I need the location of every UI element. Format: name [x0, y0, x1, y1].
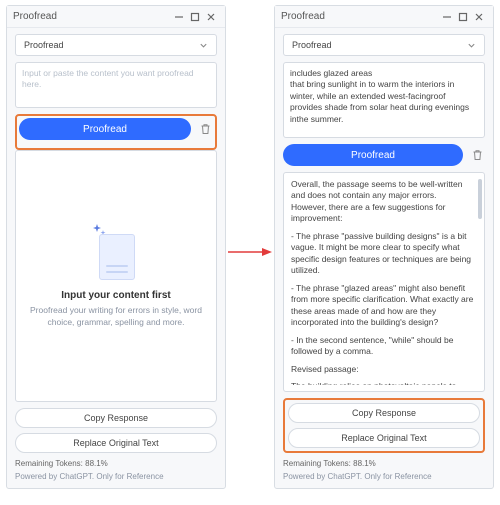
result-bullet: - The phrase "passive building designs" …	[291, 231, 474, 277]
titlebar: Proofread	[275, 6, 493, 28]
proofread-button-label: Proofread	[83, 124, 127, 135]
mode-select-value: Proofread	[292, 40, 332, 50]
scrollbar-thumb[interactable]	[478, 179, 482, 219]
copy-response-label: Copy Response	[84, 413, 148, 423]
copy-response-button[interactable]: Copy Response	[15, 408, 217, 428]
result-bullet: - The phrase "glazed areas" might also b…	[291, 283, 474, 329]
content-input[interactable]: includes glazed areas that bring sunligh…	[283, 62, 485, 138]
mode-select-value: Proofread	[24, 40, 64, 50]
copy-response-label: Copy Response	[352, 408, 416, 418]
maximize-icon[interactable]	[455, 10, 471, 24]
content-input-placeholder: Input or paste the content you want proo…	[22, 68, 194, 89]
close-icon[interactable]	[471, 10, 487, 24]
result-revised: The building relies on photovoltaic pane…	[291, 381, 474, 385]
output-scrollbar[interactable]	[478, 179, 482, 385]
run-row-highlight: Proofread	[15, 114, 217, 150]
proofread-button[interactable]: Proofread	[283, 144, 463, 166]
titlebar: Proofread	[7, 6, 225, 28]
mode-select[interactable]: Proofread	[15, 34, 217, 56]
window-title: Proofread	[13, 11, 171, 22]
remaining-tokens: Remaining Tokens: 88.1%	[283, 459, 485, 469]
output-panel-empty: Input your content first Proofread your …	[15, 150, 217, 402]
chevron-down-icon	[467, 41, 476, 50]
proofread-window-after: Proofread Proofread includes glazed area…	[274, 5, 494, 489]
powered-by: Powered by ChatGPT. Only for Reference	[283, 472, 485, 482]
minimize-icon[interactable]	[439, 10, 455, 24]
result-intro: Overall, the passage seems to be well-wr…	[291, 179, 474, 225]
footer-buttons: Copy Response Replace Original Text	[15, 408, 217, 453]
trash-icon[interactable]	[197, 121, 213, 137]
powered-by: Powered by ChatGPT. Only for Reference	[15, 472, 217, 482]
replace-original-label: Replace Original Text	[73, 438, 158, 448]
proofread-button[interactable]: Proofread	[19, 118, 191, 140]
result-bullet: - In the second sentence, "while" should…	[291, 335, 474, 358]
proofread-window-before: Proofread Proofread Input or paste the c…	[6, 5, 226, 489]
replace-original-label: Replace Original Text	[341, 433, 426, 443]
trash-icon[interactable]	[469, 147, 485, 163]
content-input-value: includes glazed areas that bring sunligh…	[290, 68, 469, 124]
footer-meta: Remaining Tokens: 88.1% Powered by ChatG…	[283, 459, 485, 482]
output-panel: Overall, the passage seems to be well-wr…	[283, 172, 485, 392]
content-input[interactable]: Input or paste the content you want proo…	[15, 62, 217, 108]
document-illustration	[93, 224, 139, 282]
proofread-button-label: Proofread	[351, 150, 395, 161]
replace-original-button[interactable]: Replace Original Text	[15, 433, 217, 453]
copy-response-button[interactable]: Copy Response	[288, 403, 480, 423]
close-icon[interactable]	[203, 10, 219, 24]
window-title: Proofread	[281, 11, 439, 22]
mode-select[interactable]: Proofread	[283, 34, 485, 56]
remaining-tokens: Remaining Tokens: 88.1%	[15, 459, 217, 469]
footer-buttons-highlight: Copy Response Replace Original Text	[283, 398, 485, 453]
result-revised-label: Revised passage:	[291, 364, 474, 375]
arrow-icon	[228, 247, 272, 257]
minimize-icon[interactable]	[171, 10, 187, 24]
replace-original-button[interactable]: Replace Original Text	[288, 428, 480, 448]
maximize-icon[interactable]	[187, 10, 203, 24]
footer-meta: Remaining Tokens: 88.1% Powered by ChatG…	[15, 459, 217, 482]
empty-title: Input your content first	[61, 290, 170, 301]
empty-subtitle: Proofread your writing for errors in sty…	[30, 305, 202, 328]
chevron-down-icon	[199, 41, 208, 50]
